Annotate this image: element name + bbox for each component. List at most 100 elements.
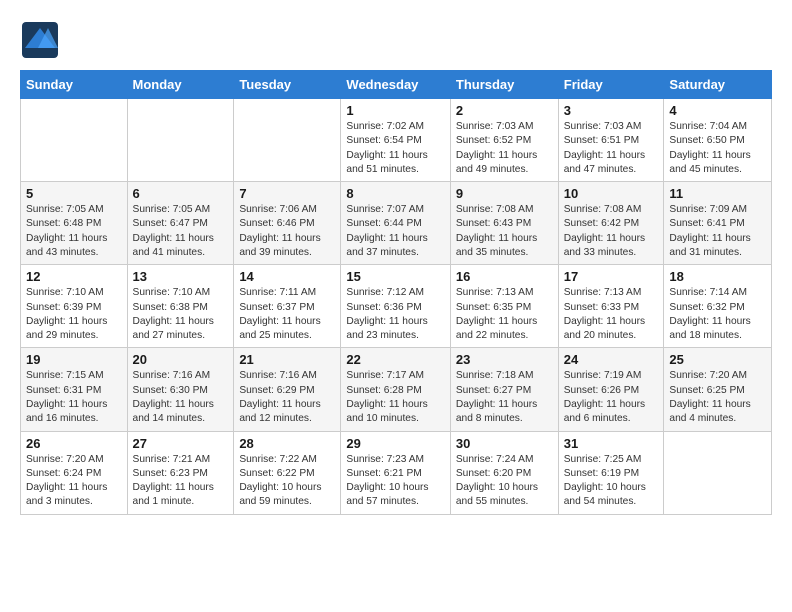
day-number: 3 [564, 103, 659, 118]
calendar-cell: 31 Sunrise: 7:25 AMSunset: 6:19 PMDayligh… [558, 431, 664, 514]
day-number: 31 [564, 436, 659, 451]
weekday-header-monday: Monday [127, 71, 234, 99]
calendar-week-row: 19 Sunrise: 7:15 AMSunset: 6:31 PMDayligh… [21, 348, 772, 431]
day-info: Sunrise: 7:08 AMSunset: 6:43 PMDaylight:… [456, 203, 553, 260]
day-info: Sunrise: 7:04 AMSunset: 6:50 PMDaylight:… [669, 120, 766, 177]
calendar-table: SundayMondayTuesdayWednesdayThursdayFrid… [20, 70, 772, 515]
day-number: 8 [346, 186, 444, 201]
calendar-week-row: 1Sunrise: 7:02 AMSunset: 6:54 PMDaylight… [21, 99, 772, 182]
day-info: Sunrise: 7:23 AMSunset: 6:21 PMDaylight:… [346, 453, 444, 510]
day-number: 29 [346, 436, 444, 451]
weekday-header-thursday: Thursday [450, 71, 558, 99]
calendar-cell: 30 Sunrise: 7:24 AMSunset: 6:20 PMDayligh… [450, 431, 558, 514]
day-number: 30 [456, 436, 553, 451]
day-number: 27 [133, 436, 229, 451]
day-number: 19 [26, 352, 122, 367]
day-info: Sunrise: 7:17 AMSunset: 6:28 PMDaylight:… [346, 369, 444, 426]
day-info: Sunrise: 7:18 AMSunset: 6:27 PMDaylight:… [456, 369, 553, 426]
day-info: Sunrise: 7:12 AMSunset: 6:36 PMDaylight:… [346, 286, 444, 343]
day-number: 22 [346, 352, 444, 367]
calendar-week-row: 5 Sunrise: 7:05 AMSunset: 6:48 PMDaylight… [21, 182, 772, 265]
day-info: Sunrise: 7:20 AMSunset: 6:24 PMDaylight:… [26, 453, 122, 510]
day-info: Sunrise: 7:07 AMSunset: 6:44 PMDaylight:… [346, 203, 444, 260]
day-info: Sunrise: 7:15 AMSunset: 6:31 PMDaylight:… [26, 369, 122, 426]
day-number: 11 [669, 186, 766, 201]
calendar-cell: 28 Sunrise: 7:22 AMSunset: 6:22 PMDayligh… [234, 431, 341, 514]
day-info: Sunrise: 7:05 AMSunset: 6:47 PMDaylight:… [133, 203, 229, 260]
calendar-cell: 11 Sunrise: 7:09 AMSunset: 6:41 PMDayligh… [664, 182, 772, 265]
day-number: 5 [26, 186, 122, 201]
calendar-cell: 8 Sunrise: 7:07 AMSunset: 6:44 PMDaylight… [341, 182, 450, 265]
day-number: 17 [564, 269, 659, 284]
day-number: 4 [669, 103, 766, 118]
calendar-cell: 14Sunrise: 7:11 AMSunset: 6:37 PMDayligh… [234, 265, 341, 348]
calendar-cell: 4 Sunrise: 7:04 AMSunset: 6:50 PMDaylight… [664, 99, 772, 182]
page-header [20, 20, 772, 60]
calendar-cell: 16Sunrise: 7:13 AMSunset: 6:35 PMDayligh… [450, 265, 558, 348]
day-number: 16 [456, 269, 553, 284]
day-number: 7 [239, 186, 335, 201]
day-info: Sunrise: 7:05 AMSunset: 6:48 PMDaylight:… [26, 203, 122, 260]
day-number: 25 [669, 352, 766, 367]
weekday-header-saturday: Saturday [664, 71, 772, 99]
calendar-cell: 27 Sunrise: 7:21 AMSunset: 6:23 PMDayligh… [127, 431, 234, 514]
day-number: 10 [564, 186, 659, 201]
day-number: 12 [26, 269, 122, 284]
calendar-cell: 26 Sunrise: 7:20 AMSunset: 6:24 PMDayligh… [21, 431, 128, 514]
day-number: 18 [669, 269, 766, 284]
day-number: 6 [133, 186, 229, 201]
day-info: Sunrise: 7:16 AMSunset: 6:29 PMDaylight:… [239, 369, 335, 426]
calendar-cell: 21 Sunrise: 7:16 AMSunset: 6:29 PMDayligh… [234, 348, 341, 431]
day-number: 24 [564, 352, 659, 367]
weekday-header-friday: Friday [558, 71, 664, 99]
calendar-cell [21, 99, 128, 182]
calendar-cell: 19 Sunrise: 7:15 AMSunset: 6:31 PMDayligh… [21, 348, 128, 431]
day-info: Sunrise: 7:08 AMSunset: 6:42 PMDaylight:… [564, 203, 659, 260]
day-number: 28 [239, 436, 335, 451]
calendar-cell: 7 Sunrise: 7:06 AMSunset: 6:46 PMDaylight… [234, 182, 341, 265]
day-info: Sunrise: 7:03 AMSunset: 6:51 PMDaylight:… [564, 120, 659, 177]
calendar-cell: 23Sunrise: 7:18 AMSunset: 6:27 PMDayligh… [450, 348, 558, 431]
day-info: Sunrise: 7:22 AMSunset: 6:22 PMDaylight:… [239, 453, 335, 510]
day-info: Sunrise: 7:06 AMSunset: 6:46 PMDaylight:… [239, 203, 335, 260]
day-info: Sunrise: 7:25 AMSunset: 6:19 PMDaylight:… [564, 453, 659, 510]
day-number: 21 [239, 352, 335, 367]
calendar-week-row: 26 Sunrise: 7:20 AMSunset: 6:24 PMDayligh… [21, 431, 772, 514]
calendar-cell: 9 Sunrise: 7:08 AMSunset: 6:43 PMDaylight… [450, 182, 558, 265]
calendar-cell: 3 Sunrise: 7:03 AMSunset: 6:51 PMDaylight… [558, 99, 664, 182]
day-number: 2 [456, 103, 553, 118]
day-number: 26 [26, 436, 122, 451]
calendar-cell: 12 Sunrise: 7:10 AMSunset: 6:39 PMDayligh… [21, 265, 128, 348]
weekday-header-sunday: Sunday [21, 71, 128, 99]
day-number: 20 [133, 352, 229, 367]
logo [20, 20, 64, 60]
weekday-header-row: SundayMondayTuesdayWednesdayThursdayFrid… [21, 71, 772, 99]
day-info: Sunrise: 7:24 AMSunset: 6:20 PMDaylight:… [456, 453, 553, 510]
day-info: Sunrise: 7:10 AMSunset: 6:39 PMDaylight:… [26, 286, 122, 343]
day-info: Sunrise: 7:19 AMSunset: 6:26 PMDaylight:… [564, 369, 659, 426]
day-number: 1 [346, 103, 444, 118]
calendar-cell: 2Sunrise: 7:03 AMSunset: 6:52 PMDaylight… [450, 99, 558, 182]
calendar-cell: 20 Sunrise: 7:16 AMSunset: 6:30 PMDayligh… [127, 348, 234, 431]
logo-icon [20, 20, 60, 60]
day-info: Sunrise: 7:16 AMSunset: 6:30 PMDaylight:… [133, 369, 229, 426]
day-number: 9 [456, 186, 553, 201]
day-number: 13 [133, 269, 229, 284]
day-info: Sunrise: 7:10 AMSunset: 6:38 PMDaylight:… [133, 286, 229, 343]
day-info: Sunrise: 7:11 AMSunset: 6:37 PMDaylight:… [239, 286, 335, 343]
calendar-cell: 22 Sunrise: 7:17 AMSunset: 6:28 PMDayligh… [341, 348, 450, 431]
calendar-cell: 13 Sunrise: 7:10 AMSunset: 6:38 PMDayligh… [127, 265, 234, 348]
day-info: Sunrise: 7:20 AMSunset: 6:25 PMDaylight:… [669, 369, 766, 426]
day-info: Sunrise: 7:21 AMSunset: 6:23 PMDaylight:… [133, 453, 229, 510]
calendar-cell: 24 Sunrise: 7:19 AMSunset: 6:26 PMDayligh… [558, 348, 664, 431]
day-info: Sunrise: 7:09 AMSunset: 6:41 PMDaylight:… [669, 203, 766, 260]
calendar-cell: 25 Sunrise: 7:20 AMSunset: 6:25 PMDayligh… [664, 348, 772, 431]
calendar-cell [234, 99, 341, 182]
day-number: 15 [346, 269, 444, 284]
calendar-cell: 6 Sunrise: 7:05 AMSunset: 6:47 PMDaylight… [127, 182, 234, 265]
calendar-cell [127, 99, 234, 182]
calendar-cell: 1Sunrise: 7:02 AMSunset: 6:54 PMDaylight… [341, 99, 450, 182]
calendar-cell: 10 Sunrise: 7:08 AMSunset: 6:42 PMDayligh… [558, 182, 664, 265]
day-info: Sunrise: 7:13 AMSunset: 6:33 PMDaylight:… [564, 286, 659, 343]
calendar-cell: 5 Sunrise: 7:05 AMSunset: 6:48 PMDaylight… [21, 182, 128, 265]
